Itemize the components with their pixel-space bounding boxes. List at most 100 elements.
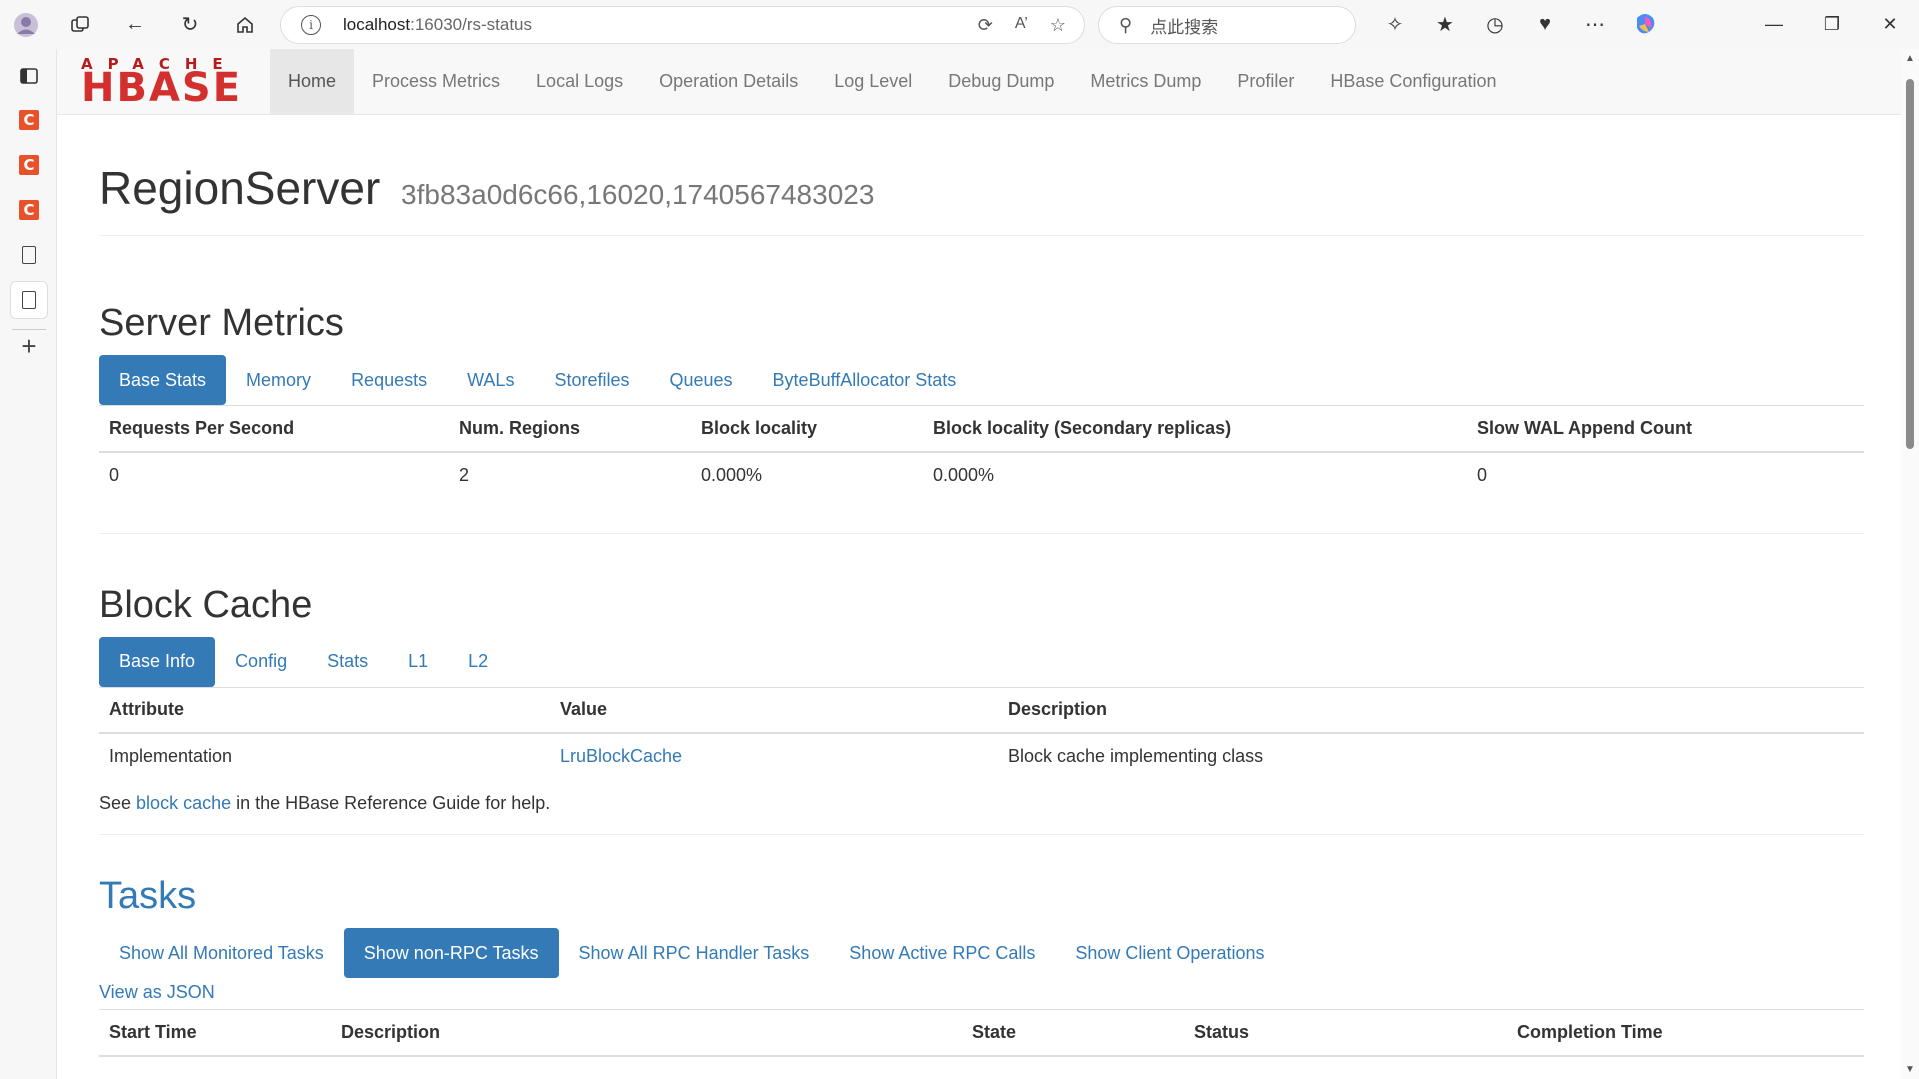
tab-non-rpc-tasks[interactable]: Show non-RPC Tasks [343,928,559,978]
app-available-icon[interactable]: ⟳ [978,15,993,36]
tab-requests[interactable]: Requests [331,355,447,405]
nav-local-logs[interactable]: Local Logs [518,49,641,114]
table-row: 0 2 0.000% 0.000% 0 [99,451,1864,498]
tab-all-monitored-tasks[interactable]: Show All Monitored Tasks [99,928,344,978]
col-completion-time: Completion Time [1507,1009,1864,1057]
hbase-logo[interactable]: APACHE HBASE [57,49,270,115]
cell-description: Block cache implementing class [998,732,1864,779]
nav-operation-details[interactable]: Operation Details [641,49,816,114]
address-host: localhost [343,15,411,34]
col-attribute: Attribute [99,686,550,734]
tab-bytebuffallocator-stats[interactable]: ByteBuffAllocator Stats [753,355,977,405]
more-options-icon[interactable]: ⋯ [1570,4,1620,44]
nav-home[interactable]: Home [270,49,355,114]
tab-rpc-handler-tasks[interactable]: Show All RPC Handler Tasks [559,928,830,978]
cell-attribute: Implementation [99,732,550,779]
col-status: Status [1184,1009,1507,1057]
c-site-icon: C [19,110,39,130]
cell-block-locality-secondary: 0.000% [923,451,1467,498]
col-num-regions: Num. Regions [449,405,691,453]
view-as-json-link[interactable]: View as JSON [99,982,1864,1003]
tab-page-2-active[interactable] [10,281,48,319]
block-cache-table: Attribute Value Description Implementati… [99,686,1864,779]
cell-num-regions: 2 [449,451,691,498]
table-header-row: Start Time Description State Status Comp… [99,1009,1864,1057]
help-post-text: in the HBase Reference Guide for help. [236,793,551,813]
back-icon[interactable]: ← [115,5,155,45]
history-icon[interactable]: ◷ [1470,4,1520,44]
performance-icon[interactable]: ♥ [1520,4,1570,44]
block-cache-guide-link[interactable]: block cache [136,793,231,813]
table-header-row: Requests Per Second Num. Regions Block l… [99,405,1864,453]
logo-hbase-text: HBASE [81,65,243,111]
nav-debug-dump[interactable]: Debug Dump [930,49,1072,114]
tab-active-rpc-calls[interactable]: Show Active RPC Calls [829,928,1055,978]
tab-wals[interactable]: WALs [447,355,534,405]
tab-stats[interactable]: Stats [307,637,388,687]
address-path: :16030/rs-status [410,15,533,34]
extensions-icon[interactable]: ✧ [1370,4,1420,44]
vertical-tab-bar: C C C + [0,49,57,1079]
tab-c-1[interactable]: C [10,101,48,139]
col-start-time: Start Time [99,1009,331,1057]
col-value: Value [550,686,998,734]
cell-value-link[interactable]: LruBlockCache [550,732,998,779]
server-metrics-tabs: Base Stats Memory Requests WALs Storefil… [99,355,1864,405]
read-aloud-icon[interactable]: A’ [1015,15,1028,36]
restore-icon[interactable]: ❐ [1803,0,1861,49]
cell-requests-per-second: 0 [99,451,449,498]
favorite-star-icon[interactable]: ☆ [1050,15,1066,36]
nav-metrics-dump[interactable]: Metrics Dump [1072,49,1219,114]
tab-panel-toggle-icon[interactable] [10,57,48,95]
block-cache-tabs: Base Info Config Stats L1 L2 [99,636,1864,687]
site-info-icon[interactable]: i [301,15,321,35]
col-block-locality: Block locality [691,405,923,453]
table-header-row: Attribute Value Description [99,686,1864,734]
block-cache-title: Block Cache [99,583,313,626]
tab-client-operations[interactable]: Show Client Operations [1055,928,1284,978]
tab-base-stats[interactable]: Base Stats [99,355,227,405]
page-content: APACHE HBASE Home Process Metrics Local … [57,49,1901,1079]
nav-profiler[interactable]: Profiler [1219,49,1312,114]
tab-c-2[interactable]: C [10,146,48,184]
scroll-down-icon[interactable]: ▼ [1905,1064,1915,1075]
col-task-description: Description [331,1009,962,1057]
copilot-icon[interactable] [1620,4,1670,44]
tab-base-info[interactable]: Base Info [99,636,216,687]
tab-page-1[interactable] [10,236,48,274]
tab-config[interactable]: Config [215,637,307,687]
section-divider [99,532,1864,534]
tab-c-3[interactable]: C [10,191,48,229]
hbase-navbar: APACHE HBASE Home Process Metrics Local … [57,49,1901,115]
refresh-icon[interactable]: ↻ [170,5,210,45]
page-scrollbar[interactable]: ▲ ▼ [1901,49,1919,1079]
close-icon[interactable]: ✕ [1861,0,1919,49]
tab-storefiles[interactable]: Storefiles [534,355,649,405]
c-site-icon: C [19,155,39,175]
minimize-icon[interactable]: — [1745,0,1803,49]
new-tab-button[interactable]: + [10,327,48,365]
cell-block-locality: 0.000% [691,451,923,498]
tab-queues[interactable]: Queues [650,355,753,405]
workspaces-icon[interactable] [60,5,100,45]
scrollbar-thumb[interactable] [1906,79,1914,449]
search-icon: ⚲ [1119,14,1133,35]
nav-hbase-configuration[interactable]: HBase Configuration [1312,49,1514,114]
main-container: RegionServer 3fb83a0d6c66,16020,17405674… [99,115,1864,1057]
base-stats-table: Requests Per Second Num. Regions Block l… [99,405,1864,498]
nav-process-metrics[interactable]: Process Metrics [354,49,518,114]
tasks-title[interactable]: Tasks [99,875,1864,918]
tab-memory[interactable]: Memory [226,355,331,405]
address-bar[interactable]: i localhost:16030/rs-status ⟳ A’ ☆ [280,6,1085,44]
tab-l1[interactable]: L1 [388,637,448,687]
scroll-up-icon[interactable]: ▲ [1905,53,1915,64]
help-pre-text: See [99,793,132,813]
nav-log-level[interactable]: Log Level [816,49,930,114]
home-icon[interactable] [225,5,265,45]
favorites-icon[interactable]: ★ [1420,4,1470,44]
search-box[interactable]: ⚲ 点此搜索 [1098,6,1356,44]
tab-l2[interactable]: L2 [448,637,508,687]
profile-avatar-icon[interactable] [6,5,46,45]
col-slow-wal-append-count: Slow WAL Append Count [1467,405,1864,453]
cell-slow-wal-append-count: 0 [1467,451,1864,498]
